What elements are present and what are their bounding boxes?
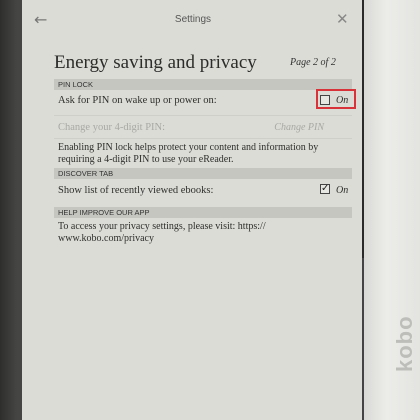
settings-screen: ← Settings ✕ Energy saving and privacy P… <box>22 0 364 420</box>
ask-pin-checkbox[interactable] <box>320 95 330 105</box>
show-recent-label: Show list of recently viewed ebooks: <box>58 185 214 196</box>
show-recent-on-label[interactable]: On <box>336 185 348 196</box>
divider <box>54 115 352 116</box>
scrollbar[interactable] <box>362 258 364 420</box>
page-indicator: Page 2 of 2 <box>290 57 336 68</box>
section-discover-tab: DISCOVER TAB <box>54 168 352 179</box>
change-pin-link[interactable]: Change PIN <box>274 122 324 133</box>
top-bar: ← Settings ✕ <box>22 6 364 32</box>
divider <box>54 138 352 139</box>
close-icon[interactable]: ✕ <box>336 10 349 28</box>
pin-description-line2: requiring a 4-digit PIN to use your eRea… <box>58 154 234 165</box>
top-bar-title: Settings <box>174 14 212 25</box>
page-title: Energy saving and privacy <box>54 52 257 73</box>
brand-logo: kobo <box>392 315 417 372</box>
pin-description-line1: Enabling PIN lock helps protect your con… <box>58 142 319 153</box>
section-pin-lock: PIN LOCK <box>54 79 352 90</box>
ask-pin-on-label[interactable]: On <box>336 95 348 106</box>
privacy-text-line1: To access your privacy settings, please … <box>58 221 266 232</box>
show-recent-checkbox[interactable]: ✓ <box>320 184 330 194</box>
ask-pin-label: Ask for PIN on wake up or power on: <box>58 95 217 106</box>
change-pin-label: Change your 4-digit PIN: <box>58 122 166 133</box>
checkmark-icon: ✓ <box>321 183 330 194</box>
privacy-text-line2[interactable]: www.kobo.com/privacy <box>58 233 154 244</box>
section-help-improve: HELP IMPROVE OUR APP <box>54 207 352 218</box>
